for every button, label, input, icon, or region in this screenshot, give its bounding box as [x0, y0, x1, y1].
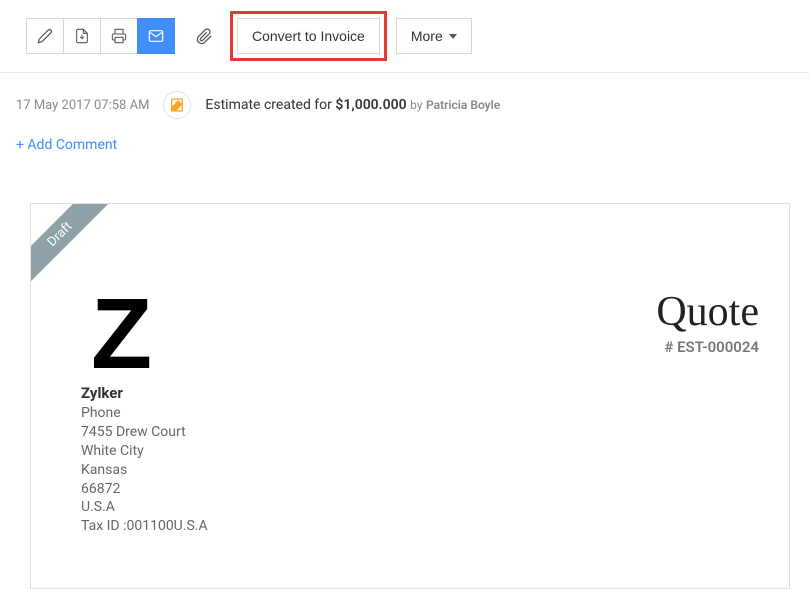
- activity-prefix: Estimate created for: [205, 97, 332, 113]
- company-name: Zylker: [81, 384, 208, 402]
- company-zip: 66872: [81, 480, 208, 499]
- activity-timestamp: 17 May 2017 07:58 AM: [16, 98, 149, 113]
- attachment-button[interactable]: [185, 18, 223, 54]
- toolbar-button-group: [26, 18, 175, 54]
- printer-icon: [111, 28, 127, 44]
- company-phone: Phone: [81, 404, 208, 423]
- toolbar: Convert to Invoice More: [0, 0, 809, 73]
- company-tax: Tax ID :001100U.S.A: [81, 517, 208, 536]
- paperclip-icon: [196, 28, 213, 45]
- document-title: Quote: [656, 288, 759, 336]
- activity-user: Patricia Boyle: [426, 98, 500, 112]
- mail-icon: [148, 28, 164, 44]
- activity-icon-wrap: [163, 91, 191, 119]
- document-area: Draft Z Zylker Phone 7455 Drew Court Whi…: [0, 173, 809, 589]
- document-preview: Draft Z Zylker Phone 7455 Drew Court Whi…: [30, 203, 790, 589]
- company-state: Kansas: [81, 461, 208, 480]
- email-button[interactable]: [137, 18, 175, 54]
- more-label: More: [411, 28, 443, 44]
- activity-amount: $1,000.000: [335, 97, 406, 113]
- activity-text: Estimate created for $1,000.000 by Patri…: [205, 97, 500, 113]
- company-block: Z Zylker Phone 7455 Drew Court White Cit…: [81, 294, 208, 536]
- add-comment-link[interactable]: + Add Comment: [0, 127, 133, 173]
- activity-row: 17 May 2017 07:58 AM Estimate created fo…: [0, 73, 809, 127]
- pdf-icon: [74, 28, 90, 44]
- quote-block: Quote # EST-000024: [656, 288, 759, 356]
- chevron-down-icon: [449, 34, 457, 39]
- note-icon: [169, 97, 185, 113]
- company-city: White City: [81, 442, 208, 461]
- convert-highlight-box: Convert to Invoice: [230, 11, 387, 61]
- company-address: Phone 7455 Drew Court White City Kansas …: [81, 404, 208, 536]
- company-street: 7455 Drew Court: [81, 423, 208, 442]
- company-logo: Z: [91, 294, 208, 374]
- document-content: Z Zylker Phone 7455 Drew Court White Cit…: [31, 204, 789, 566]
- pencil-icon: [37, 28, 53, 44]
- convert-to-invoice-button[interactable]: Convert to Invoice: [237, 18, 380, 54]
- company-country: U.S.A: [81, 498, 208, 517]
- edit-button[interactable]: [26, 18, 64, 54]
- print-button[interactable]: [100, 18, 138, 54]
- pdf-button[interactable]: [63, 18, 101, 54]
- more-button[interactable]: More: [396, 18, 472, 54]
- activity-by-label: by: [410, 98, 422, 112]
- document-number: # EST-000024: [656, 338, 759, 356]
